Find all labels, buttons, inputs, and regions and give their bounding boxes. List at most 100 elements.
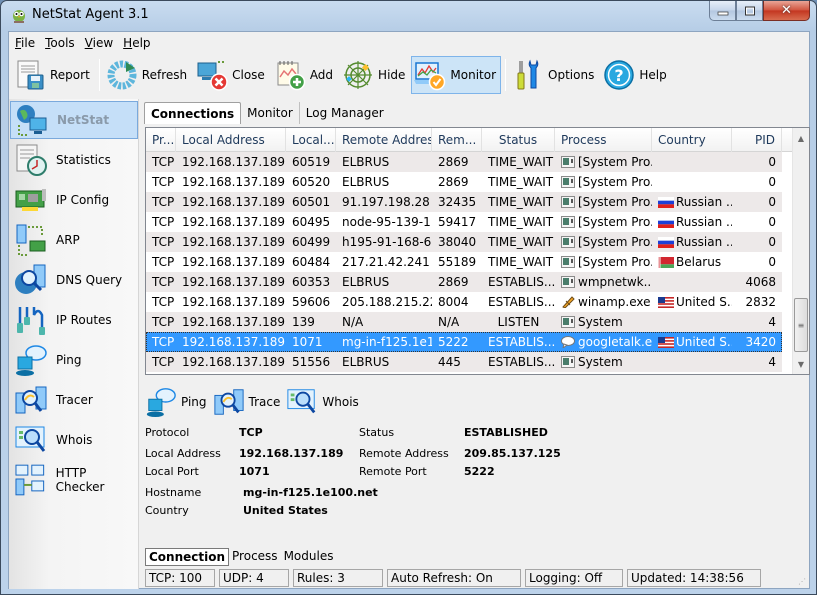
status-tcp-count: TCP: 100: [145, 569, 215, 587]
vertical-scrollbar[interactable]: ▲ ≡ ▼: [792, 128, 809, 374]
close-window-button[interactable]: ✕: [763, 1, 810, 21]
status-auto-refresh: Auto Refresh: On: [387, 569, 521, 587]
help-label: Help: [639, 68, 667, 82]
status-cell: ESTABLIS...: [482, 292, 555, 312]
remote-port-cell-text: 55189: [438, 255, 477, 269]
sidebar-item-http-checker[interactable]: HTTP Checker: [10, 461, 138, 499]
tab-modules[interactable]: Modules: [281, 548, 337, 566]
remote-port-cell: 5222: [432, 332, 482, 352]
tab-connections[interactable]: Connections: [144, 102, 242, 124]
table-row[interactable]: TCP 192.168.137.189 60501 91.197.198.28 3243…: [146, 192, 782, 212]
sidebar-item-ip-routes[interactable]: IP Routes: [10, 301, 138, 339]
options-button[interactable]: Options: [509, 56, 599, 94]
process-cell: [System Pro...: [555, 192, 652, 212]
monitor-icon: [414, 62, 446, 91]
whois-action-button[interactable]: Whois: [286, 386, 359, 418]
sidebar-item-whois[interactable]: Whois: [10, 421, 138, 459]
monitor-button[interactable]: Monitor: [411, 56, 502, 94]
status-cell-text: LISTEN: [497, 315, 540, 329]
help-button[interactable]: ? Help: [600, 56, 671, 94]
remote-address-label: Remote Address: [359, 447, 449, 460]
protocol-cell-text: TCP: [152, 335, 175, 349]
protocol-cell-text: TCP: [152, 215, 175, 229]
status-cell-text: TIME_WAIT: [488, 195, 554, 209]
title-bar[interactable]: NetStat Agent 3.1 ✕: [1, 1, 816, 31]
menu-view[interactable]: View: [83, 36, 119, 50]
sidebar-item-tracer[interactable]: Tracer: [10, 381, 138, 419]
scroll-down-arrow-icon[interactable]: ▼: [793, 356, 809, 372]
sidebar-item-statistics[interactable]: Statistics: [10, 141, 138, 179]
local-port-cell-text: 51556: [292, 355, 331, 369]
status-cell: ESTABLIS...: [482, 272, 555, 292]
column-header-status[interactable]: Status: [482, 128, 555, 152]
local-port-label: Local Port: [145, 465, 199, 478]
scroll-thumb[interactable]: ≡: [794, 298, 808, 352]
table-row[interactable]: TCP 192.168.137.189 60484 217.21.42.241 5518…: [146, 252, 782, 272]
close-connection-button[interactable]: Close: [193, 56, 270, 94]
column-header-country[interactable]: Country: [652, 128, 732, 152]
tab-process[interactable]: Process: [229, 548, 281, 566]
column-header-remote-port[interactable]: Rem...: [432, 128, 482, 152]
remote-port-cell-text: 59417: [438, 215, 477, 229]
sidebar-label: Tracer: [56, 393, 93, 407]
local-port-cell-text: 1071: [292, 335, 323, 349]
dns-query-icon: [15, 264, 46, 294]
pid-cell-text: 0: [768, 235, 776, 249]
pid-cell: 4: [732, 312, 782, 332]
column-header-process[interactable]: Process: [555, 128, 652, 152]
column-header-protocol[interactable]: Pr...: [146, 128, 176, 152]
column-header-pid[interactable]: PID: [732, 128, 782, 152]
remote-port-cell-text: 5222: [438, 335, 469, 349]
table-row[interactable]: TCP 192.168.137.189 51556 ELBRUS 445 ESTABLIS…: [146, 352, 782, 372]
menu-label: iew: [92, 36, 114, 50]
add-button[interactable]: Add: [271, 56, 338, 94]
local-port-cell: 60495: [286, 212, 336, 232]
status-cell: TIME_WAIT: [482, 152, 555, 172]
tab-connection[interactable]: Connection: [145, 548, 230, 566]
status-cell: ESTABLIS...: [482, 352, 555, 372]
sidebar-item-ping[interactable]: Ping: [10, 341, 138, 379]
sidebar-item-netstat[interactable]: NetStat: [10, 101, 138, 139]
sidebar-item-arp[interactable]: ARP: [10, 221, 138, 259]
table-row-selected[interactable]: TCP 192.168.137.189 1071 mg-in-f125.1e1... 5…: [146, 332, 782, 352]
process-cell-text: [System Pro...: [578, 155, 652, 169]
table-row[interactable]: TCP 192.168.137.189 60519 ELBRUS 2869 TIME_WA…: [146, 152, 782, 172]
sidebar-item-dns-query[interactable]: DNS Query: [10, 261, 138, 299]
process-cell: [System Pro...: [555, 172, 652, 192]
column-header-local-address[interactable]: Local Address: [176, 128, 286, 152]
country-cell: [652, 272, 732, 292]
table-row[interactable]: TCP 192.168.137.189 60520 ELBRUS 2869 TIME_WA…: [146, 172, 782, 192]
menu-help[interactable]: Help: [121, 36, 156, 50]
table-row[interactable]: TCP 192.168.137.189 60499 h195-91-168-6... 3…: [146, 232, 782, 252]
column-header-remote-address[interactable]: Remote Address: [336, 128, 432, 152]
menu-tools[interactable]: Tools: [43, 36, 81, 50]
tab-monitor[interactable]: Monitor: [241, 102, 300, 124]
hide-button[interactable]: Hide: [339, 56, 410, 94]
table-row[interactable]: TCP 192.168.137.189 60353 ELBRUS 2869 ESTABLI…: [146, 272, 782, 292]
remote-address-cell: ELBRUS: [336, 272, 432, 292]
trace-action-button[interactable]: Trace: [213, 386, 280, 418]
toolbar-separator: [98, 59, 100, 91]
table-row[interactable]: TCP 192.168.137.189 139 N/A N/A LISTEN System 4: [146, 312, 782, 332]
table-row[interactable]: TCP 192.168.137.189 59606 205.188.215.225 80…: [146, 292, 782, 312]
ping-action-button[interactable]: Ping: [145, 386, 207, 418]
ip-config-icon: [15, 189, 46, 211]
scroll-up-arrow-icon[interactable]: ▲: [793, 130, 809, 146]
sidebar-item-ip-config[interactable]: IP Config: [10, 181, 138, 219]
remote-port-label: Remote Port: [359, 465, 427, 478]
whois-icon: [287, 389, 316, 414]
table-row[interactable]: TCP 192.168.137.189 60495 node-95-139-1... 5…: [146, 212, 782, 232]
sidebar-label: Statistics: [56, 153, 111, 167]
tab-log-manager[interactable]: Log Manager: [300, 102, 390, 124]
report-button[interactable]: Report: [11, 56, 95, 94]
minimize-button[interactable]: [709, 1, 736, 21]
menu-file[interactable]: File: [13, 36, 41, 50]
protocol-cell: TCP: [146, 312, 176, 332]
local-port-cell: 60520: [286, 172, 336, 192]
report-label: Report: [50, 68, 90, 82]
local-port-value: 1071: [239, 465, 270, 478]
column-header-local-port[interactable]: Local...: [286, 128, 336, 152]
resize-grip-icon[interactable]: ⋰: [798, 577, 808, 587]
maximize-button[interactable]: [736, 1, 763, 21]
refresh-button[interactable]: Refresh: [103, 56, 192, 94]
